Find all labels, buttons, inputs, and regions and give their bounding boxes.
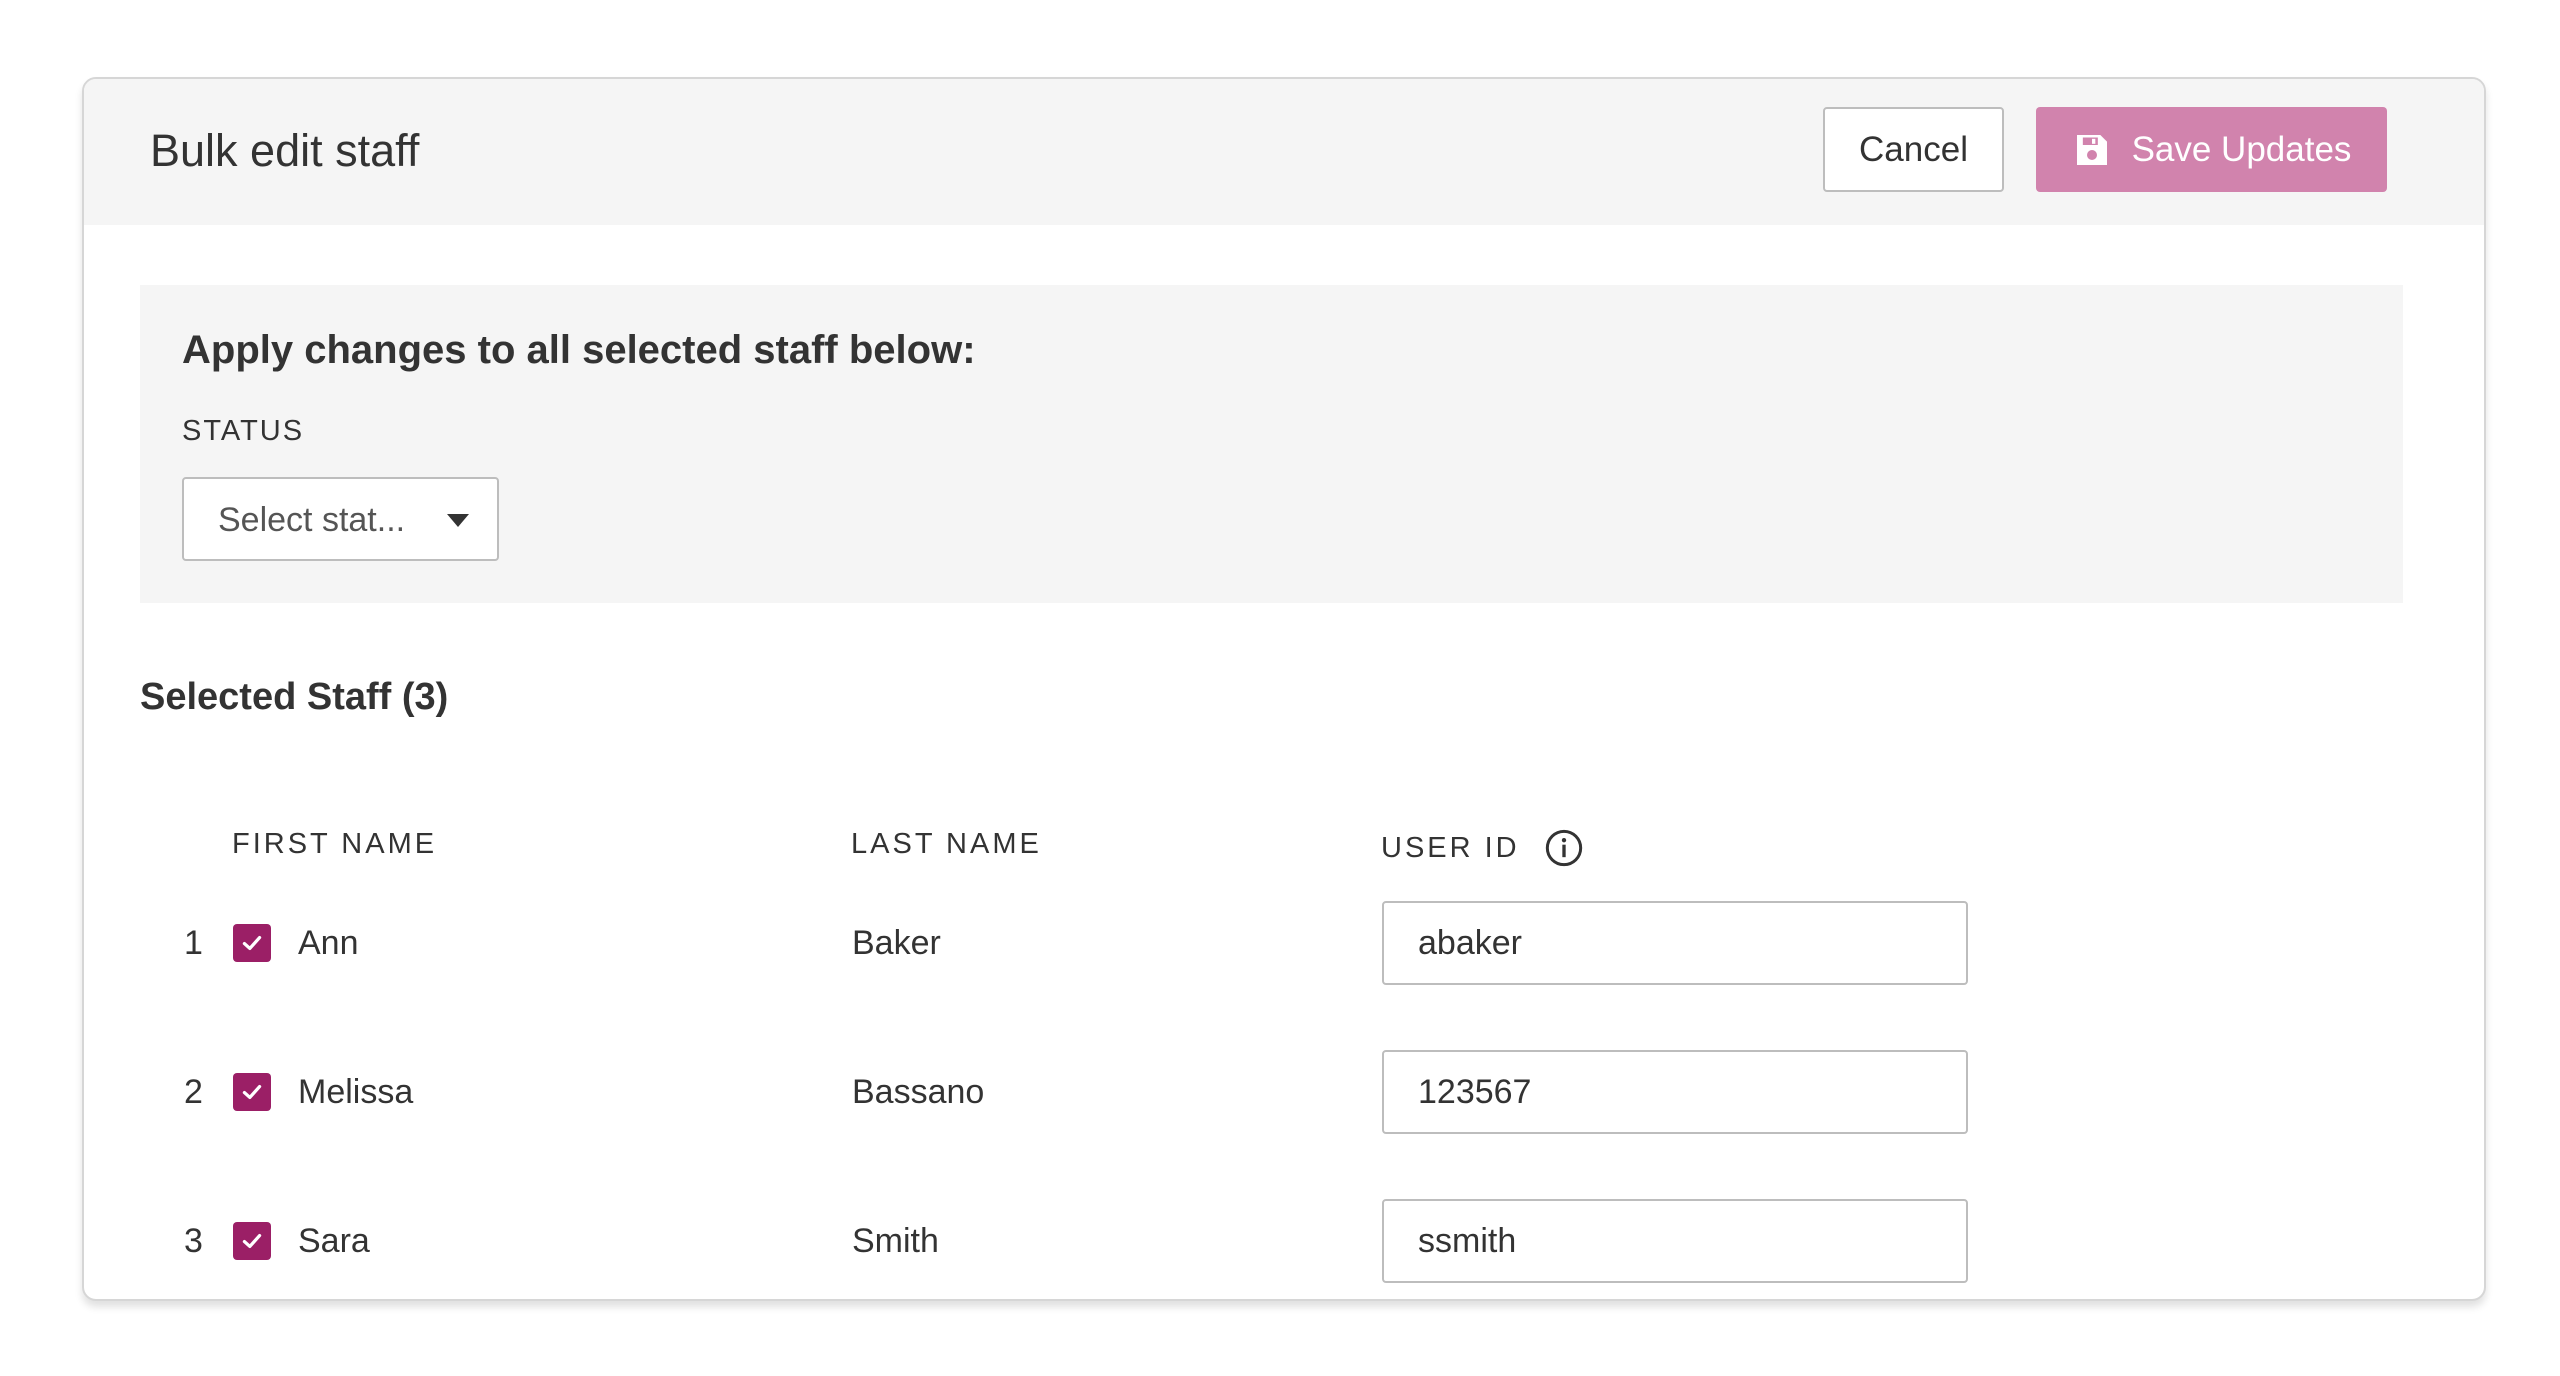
first-name: Sara (298, 1222, 370, 1260)
row-checkbox[interactable] (233, 924, 271, 962)
checkmark-icon (242, 935, 262, 951)
save-updates-label: Save Updates (2131, 129, 2352, 169)
last-name: Baker (852, 924, 941, 962)
column-header-first-name: FIRST NAME (232, 828, 438, 860)
user-id-input[interactable] (1382, 1199, 1968, 1283)
modal-title: Bulk edit staff (150, 125, 420, 176)
user-id-input[interactable] (1382, 901, 1968, 985)
table-row: 1 Ann Baker (84, 901, 2484, 985)
row-checkbox[interactable] (233, 1222, 271, 1260)
bulk-edit-modal: Bulk edit staff Cancel Save Updates Appl… (82, 77, 2486, 1301)
status-select-placeholder: Select stat... (218, 501, 406, 539)
selected-staff-title: Selected Staff (3) (140, 676, 449, 718)
apply-changes-title: Apply changes to all selected staff belo… (182, 328, 976, 372)
column-header-user-id-label: USER ID (1381, 832, 1520, 864)
cancel-button[interactable]: Cancel (1823, 107, 2004, 192)
cancel-button-label: Cancel (1859, 129, 1968, 169)
apply-changes-panel: Apply changes to all selected staff belo… (140, 285, 2403, 603)
row-number: 3 (184, 1222, 203, 1260)
checkmark-icon (242, 1084, 262, 1100)
status-label: STATUS (182, 415, 305, 447)
save-updates-button[interactable]: Save Updates (2036, 107, 2387, 192)
column-header-last-name: LAST NAME (851, 828, 1042, 860)
status-select[interactable]: Select stat... (182, 477, 499, 561)
modal-header: Bulk edit staff Cancel Save Updates (84, 79, 2484, 225)
caret-down-icon (447, 514, 469, 527)
table-row: 3 Sara Smith (84, 1199, 2484, 1283)
last-name: Bassano (852, 1073, 985, 1111)
floppy-disk-icon (2076, 134, 2107, 165)
column-header-user-id: USER ID (1381, 828, 1584, 868)
table-row: 2 Melissa Bassano (84, 1050, 2484, 1134)
last-name: Smith (852, 1222, 939, 1260)
first-name: Ann (298, 924, 359, 962)
row-number: 2 (184, 1073, 203, 1111)
first-name: Melissa (298, 1073, 414, 1111)
info-icon[interactable] (1544, 828, 1584, 868)
row-checkbox[interactable] (233, 1073, 271, 1111)
row-number: 1 (184, 924, 203, 962)
checkmark-icon (242, 1233, 262, 1249)
user-id-input[interactable] (1382, 1050, 1968, 1134)
